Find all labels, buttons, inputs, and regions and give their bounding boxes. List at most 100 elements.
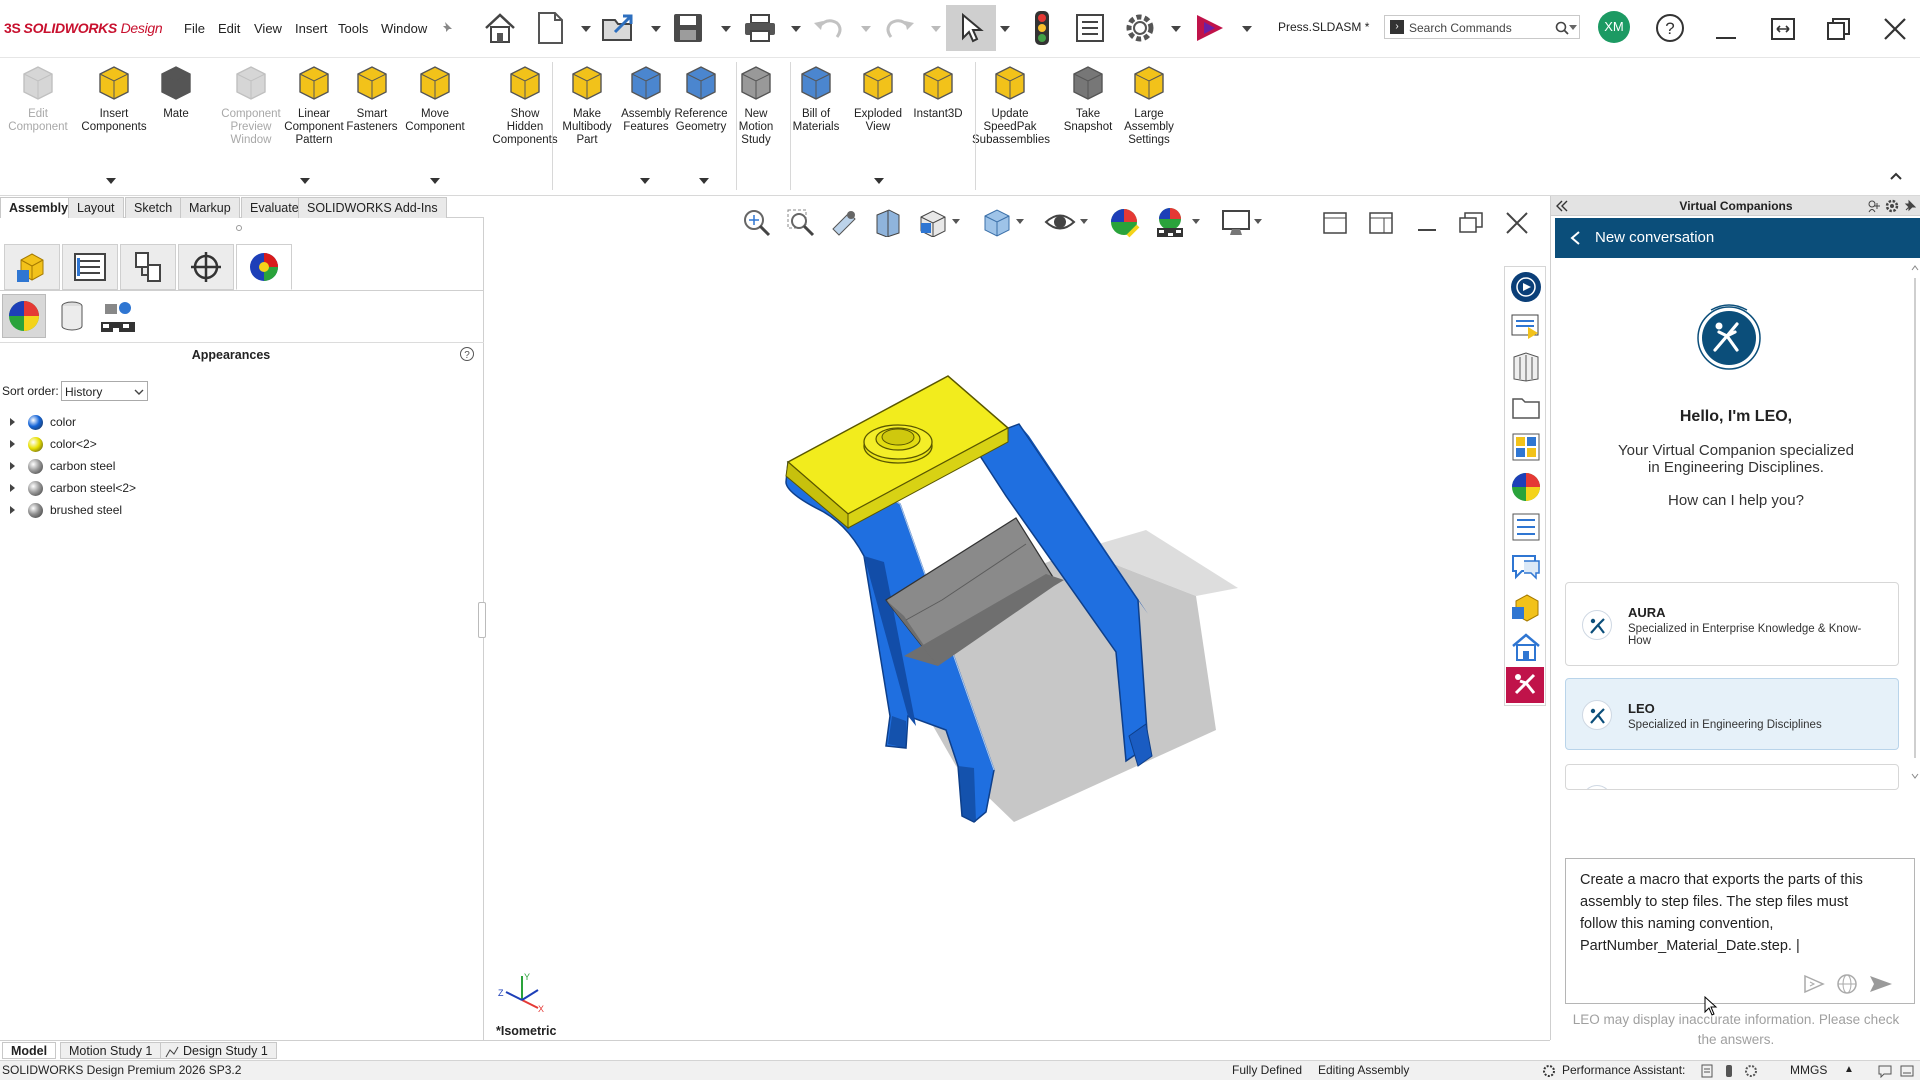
expand-arrow-icon[interactable] xyxy=(10,462,15,470)
options-gear-icon[interactable] xyxy=(1120,8,1160,48)
companion-card-leo[interactable]: LEO Specialized in Engineering Discipline… xyxy=(1565,678,1899,750)
configuration-manager-tab[interactable] xyxy=(120,244,176,290)
property-manager-tab[interactable] xyxy=(62,244,118,290)
reference-geometry-dropdown-icon[interactable] xyxy=(699,178,709,184)
panel-collapse-handle[interactable] xyxy=(478,602,486,638)
assembly-features-dropdown-icon[interactable] xyxy=(640,178,650,184)
bottom-tab-design-study-1[interactable]: Design Study 1 xyxy=(160,1042,277,1059)
ribbon-button-linear-component-pattern[interactable]: Linear Component Pattern xyxy=(282,62,346,147)
chat-input-text[interactable]: Create a macro that exports the parts of… xyxy=(1580,869,1900,957)
3dexperience-dropdown-icon[interactable] xyxy=(1242,26,1252,32)
gear-icon[interactable] xyxy=(1885,199,1899,213)
select-icon[interactable] xyxy=(946,5,996,51)
ribbon-button-edit-component[interactable]: Edit Component xyxy=(6,62,70,134)
search-icon[interactable] xyxy=(1555,21,1569,35)
ribbon-button-new-motion-study[interactable]: New Motion Study xyxy=(733,62,779,147)
ribbon-button-update-speedpak[interactable]: Update SpeedPak Subassemblies xyxy=(972,62,1050,147)
tab-solidworks-add-ins[interactable]: SOLIDWORKS Add-Ins xyxy=(298,197,447,218)
switch-companion-icon[interactable] xyxy=(1802,973,1826,995)
exploded-view-dropdown-icon[interactable] xyxy=(874,178,884,184)
ribbon-button-take-snapshot[interactable]: Take Snapshot xyxy=(1060,62,1116,134)
graphics-area[interactable]: Y Z X *Isometric xyxy=(486,196,1548,1040)
companion-scrollbar[interactable] xyxy=(1911,262,1919,782)
companion-card-aura[interactable]: AURA Specialized in Enterprise Knowledge … xyxy=(1565,582,1899,666)
expand-arrow-icon[interactable] xyxy=(10,506,15,514)
3dexperience-marketplace-icon[interactable] xyxy=(1510,271,1542,303)
user-avatar[interactable]: XM xyxy=(1598,11,1630,43)
ribbon-button-large-assembly-settings[interactable]: Large Assembly Settings xyxy=(1120,62,1178,147)
panel-splitter-handle[interactable] xyxy=(236,225,242,231)
ribbon-button-mate[interactable]: Mate xyxy=(154,62,198,121)
customize-status-icon[interactable] xyxy=(1900,1064,1914,1078)
companion-card-marie[interactable]: MARIE xyxy=(1565,764,1899,790)
tab-markup[interactable]: Markup xyxy=(180,197,240,218)
ribbon-button-make-multibody-part[interactable]: Make Multibody Part xyxy=(560,62,614,147)
chat-input-box[interactable]: Create a macro that exports the parts of… xyxy=(1565,858,1915,1004)
save-dropdown-icon[interactable] xyxy=(721,26,731,32)
traffic-light-status-icon[interactable] xyxy=(1722,1064,1736,1078)
expand-arrow-icon[interactable] xyxy=(10,440,15,448)
tab-assembly[interactable]: Assembly xyxy=(0,197,78,218)
undo-icon[interactable] xyxy=(808,8,848,48)
ribbon-button-exploded-view[interactable]: Exploded View xyxy=(850,62,906,134)
search-commands-box[interactable]: › Search Commands xyxy=(1384,15,1580,39)
virtual-companion-tab[interactable] xyxy=(1506,667,1544,703)
pin-icon[interactable] xyxy=(1903,199,1917,213)
expand-arrow-icon[interactable] xyxy=(10,484,15,492)
ribbon-button-move-component[interactable]: Move Component xyxy=(402,62,468,134)
search-dropdown-icon[interactable] xyxy=(1569,25,1577,30)
redo-icon[interactable] xyxy=(880,8,920,48)
menu-insert[interactable]: Insert xyxy=(295,21,328,36)
custom-properties-icon[interactable] xyxy=(1510,511,1542,543)
home-icon[interactable] xyxy=(480,8,520,48)
ribbon-button-assembly-features[interactable]: Assembly Features xyxy=(617,62,675,134)
pin-menu-icon[interactable] xyxy=(440,20,454,34)
design-library-icon[interactable] xyxy=(1510,351,1542,383)
dimxpert-manager-tab[interactable] xyxy=(178,244,234,290)
unit-system[interactable]: MMGS xyxy=(1790,1061,1827,1080)
insert-components-dropdown-icon[interactable] xyxy=(106,178,116,184)
rebuild-status-icon[interactable] xyxy=(1700,1064,1714,1078)
close-window-icon[interactable] xyxy=(1882,16,1908,42)
tab-sketch[interactable]: Sketch xyxy=(125,197,182,218)
solidworks-resources-icon[interactable] xyxy=(1510,311,1542,343)
menu-window[interactable]: Window xyxy=(381,21,427,36)
menu-file[interactable]: File xyxy=(184,21,205,36)
collapse-ribbon-icon[interactable] xyxy=(1888,168,1904,184)
menu-tools[interactable]: Tools xyxy=(338,21,368,36)
menu-edit[interactable]: Edit xyxy=(218,21,240,36)
feature-manager-tab[interactable] xyxy=(4,244,60,290)
bottom-tab-motion-study-1[interactable]: Motion Study 1 xyxy=(60,1042,162,1059)
assembly-components-icon[interactable] xyxy=(1510,591,1542,623)
minimize-window-icon[interactable] xyxy=(1714,18,1738,42)
undo-dropdown-icon[interactable] xyxy=(861,26,871,32)
ribbon-button-insert-components[interactable]: Insert Components xyxy=(76,62,152,134)
ribbon-button-smart-fasteners[interactable]: Smart Fasteners xyxy=(342,62,402,134)
print-dropdown-icon[interactable] xyxy=(791,26,801,32)
options-dropdown-icon[interactable] xyxy=(1171,26,1181,32)
decals-view-tab[interactable] xyxy=(50,294,94,338)
file-properties-icon[interactable] xyxy=(1070,8,1110,48)
units-up-arrow-icon[interactable]: ▲ xyxy=(1844,1060,1854,1079)
sort-order-dropdown[interactable]: History xyxy=(61,381,148,401)
select-dropdown-icon[interactable] xyxy=(1000,26,1010,32)
new-dropdown-icon[interactable] xyxy=(581,26,591,32)
redo-dropdown-icon[interactable] xyxy=(931,26,941,32)
restore-window-icon[interactable] xyxy=(1770,16,1796,42)
appearances-scenes-decals-icon[interactable] xyxy=(1510,471,1542,503)
collaboration-comments-icon[interactable] xyxy=(1510,551,1542,583)
pattern-dropdown-icon[interactable] xyxy=(300,178,310,184)
save-icon[interactable] xyxy=(668,8,708,48)
file-explorer-icon[interactable] xyxy=(1510,391,1542,423)
bottom-tab-model[interactable]: Model xyxy=(2,1042,57,1059)
send-icon[interactable] xyxy=(1868,973,1894,995)
tab-layout[interactable]: Layout xyxy=(68,197,124,218)
ribbon-button-show-hidden-components[interactable]: Show Hidden Components xyxy=(491,62,559,147)
scene-lights-cameras-tab[interactable] xyxy=(96,294,140,338)
new-document-icon[interactable] xyxy=(530,8,570,48)
maximize-window-icon[interactable] xyxy=(1826,16,1852,42)
ribbon-button-reference-geometry[interactable]: Reference Geometry xyxy=(672,62,730,134)
expand-arrow-icon[interactable] xyxy=(10,418,15,426)
3dexperience-icon[interactable] xyxy=(1190,8,1230,48)
appearances-help-icon[interactable]: ? xyxy=(459,346,475,362)
